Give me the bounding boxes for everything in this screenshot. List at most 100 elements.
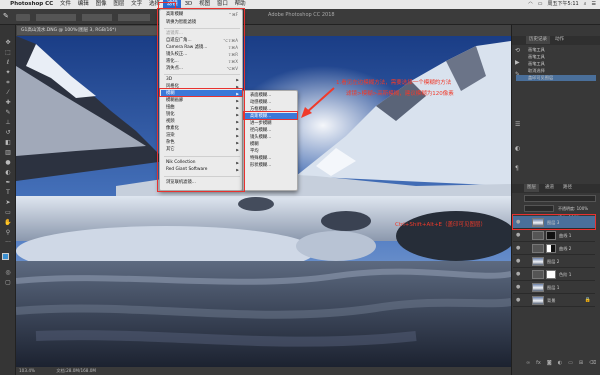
folder-icon[interactable]: ▭ xyxy=(568,360,573,368)
layer-row[interactable]: ● 曲线 1 xyxy=(513,229,595,242)
paragraph-icon[interactable]: ¶ xyxy=(515,165,519,172)
submenu-item-average[interactable]: 平均 xyxy=(250,149,259,155)
eye-icon[interactable]: ● xyxy=(516,232,522,238)
quick-select-tool-icon[interactable]: ✦ xyxy=(3,69,13,77)
adjustment-icon xyxy=(532,231,544,240)
tools-panel: ✥ ⬚ ℓ ✦ ⌗ ⁄ ✚ ✎ ⊥ ↺ ◧ ▥ ● ◐ ✒ T ➤ ▭ ✋ ⚲ … xyxy=(0,25,16,375)
hand-tool-icon[interactable]: ✋ xyxy=(3,219,13,227)
eyedropper-tool-icon[interactable]: ⁄ xyxy=(3,89,13,97)
lasso-tool-icon[interactable]: ℓ xyxy=(3,59,13,67)
history-item[interactable]: 画笔工具 xyxy=(516,61,596,67)
brush-tool-icon[interactable]: ✎ xyxy=(3,109,13,117)
eraser-tool-icon[interactable]: ◧ xyxy=(3,139,13,147)
wifi-icon[interactable]: ◠ xyxy=(528,0,532,9)
submenu-item-motion-blur[interactable]: 动感模糊... xyxy=(250,100,271,106)
layer-name: 曲线 2 xyxy=(559,246,572,251)
submenu-item-blur[interactable]: 模糊 xyxy=(250,142,259,148)
link-icon[interactable]: ∞ xyxy=(526,360,530,368)
tab-paths[interactable]: 路径 xyxy=(560,184,575,192)
eye-icon[interactable]: ● xyxy=(516,297,522,303)
move-tool-icon[interactable]: ✥ xyxy=(3,39,13,47)
layer-row[interactable]: ● 曲线 2 xyxy=(513,242,595,255)
type-tool-icon[interactable]: T xyxy=(3,189,13,197)
history-item-selected[interactable]: 盖印可见图层 xyxy=(516,75,596,81)
new-layer-icon[interactable]: ⊞ xyxy=(579,360,583,368)
document-tab[interactable]: G1高山流水.DNG @ 100%(图层 3, RGB/16*) xyxy=(17,26,157,35)
layer-row[interactable]: ● 色阶 1 xyxy=(513,268,595,281)
screen-mode-icon[interactable]: ▢ xyxy=(3,279,13,287)
history-item[interactable]: 取消选择 xyxy=(516,68,596,74)
layers-footer: ∞ fx ◙ ◐ ▭ ⊞ ⌫ xyxy=(512,360,600,368)
pen-tool-icon[interactable]: ✒ xyxy=(3,179,13,187)
highlight-filter-box xyxy=(157,8,245,192)
battery-icon[interactable]: ▭ xyxy=(538,0,543,9)
tab-actions[interactable]: 动作 xyxy=(552,36,567,44)
submenu-item-surface-blur[interactable]: 表面模糊... xyxy=(250,93,271,99)
layer-name: 图层 2 xyxy=(547,259,560,264)
blend-mode-select[interactable] xyxy=(524,205,554,212)
layer-row[interactable]: ● 图层 1 xyxy=(513,281,595,294)
adjustments-icon[interactable]: ◐ xyxy=(515,145,520,152)
zoom-tool-icon[interactable]: ⚲ xyxy=(3,229,13,237)
quick-mask-icon[interactable]: ◎ xyxy=(3,269,13,277)
properties-icon[interactable]: ☰ xyxy=(515,121,520,128)
search-icon[interactable]: ⌕ xyxy=(584,0,587,9)
brush-tool-icon[interactable]: ✎ xyxy=(3,12,9,20)
fx-icon[interactable]: fx xyxy=(536,360,541,368)
adjustment-layer-icon[interactable]: ◐ xyxy=(558,360,562,368)
menu-edit[interactable]: 编辑 xyxy=(74,0,92,9)
more-tools-icon[interactable]: ··· xyxy=(3,239,13,247)
tab-channels[interactable]: 通道 xyxy=(542,184,557,192)
opacity-field[interactable] xyxy=(82,14,112,21)
eye-icon[interactable]: ● xyxy=(516,258,522,264)
mode-select[interactable] xyxy=(36,14,76,21)
layer-thumbnail xyxy=(532,283,544,292)
foreground-color-swatch[interactable] xyxy=(2,253,9,260)
annotation-top-2: 滤镜>模糊>高斯模糊，建议模糊为120像素 xyxy=(346,91,454,97)
eye-icon[interactable]: ● xyxy=(516,284,522,290)
opacity-label[interactable]: 不透明度: 100% xyxy=(558,206,588,212)
layer-row[interactable]: ● 背景 🔒 xyxy=(513,294,595,307)
path-select-icon[interactable]: ➤ xyxy=(3,199,13,207)
submenu-item-radial-blur[interactable]: 径向模糊... xyxy=(250,128,271,134)
history-item[interactable]: 画笔工具 xyxy=(516,54,596,60)
layer-mask-thumbnail xyxy=(546,270,556,279)
shape-tool-icon[interactable]: ▭ xyxy=(3,209,13,217)
flow-field[interactable] xyxy=(118,14,150,21)
crop-tool-icon[interactable]: ⌗ xyxy=(3,79,13,87)
tab-layers[interactable]: 图层 xyxy=(524,184,539,192)
gradient-tool-icon[interactable]: ▥ xyxy=(3,149,13,157)
submenu-item-shape-blur[interactable]: 形状模糊... xyxy=(250,163,271,169)
menu-image[interactable]: 图像 xyxy=(92,0,110,9)
layer-name: 背景 xyxy=(547,298,556,303)
history-brush-icon[interactable]: ↺ xyxy=(3,129,13,137)
stamp-tool-icon[interactable]: ⊥ xyxy=(3,119,13,127)
status-bar: 103.4% 文档:28.0M/168.0M xyxy=(16,367,511,375)
layer-name: 图层 1 xyxy=(547,285,560,290)
menu-list-icon[interactable]: ☰ xyxy=(592,0,596,9)
annotation-top: 1.看见左边模糊方法，需要选择一个模糊的方法 xyxy=(336,80,452,86)
blur-tool-icon[interactable]: ● xyxy=(3,159,13,167)
submenu-item-smart-blur[interactable]: 特殊模糊... xyxy=(250,156,271,162)
mask-icon[interactable]: ◙ xyxy=(547,360,552,368)
trash-icon[interactable]: ⌫ xyxy=(589,360,596,368)
layer-thumbnail xyxy=(532,296,544,305)
app-menu[interactable]: Photoshop CC xyxy=(7,0,57,9)
history-item[interactable]: 画笔工具 xyxy=(516,47,596,53)
brush-preset-picker[interactable] xyxy=(16,14,30,21)
clock[interactable]: 周五下午5:11 xyxy=(547,0,578,9)
tab-history[interactable]: 历史记录 xyxy=(526,36,550,44)
submenu-item-blur-more[interactable]: 进一步模糊 xyxy=(250,121,271,127)
eye-icon[interactable]: ● xyxy=(516,245,522,251)
zoom-level[interactable]: 103.4% xyxy=(19,368,35,373)
healing-tool-icon[interactable]: ✚ xyxy=(3,99,13,107)
marquee-tool-icon[interactable]: ⬚ xyxy=(3,49,13,57)
submenu-item-lens-blur[interactable]: 镜头模糊... xyxy=(250,135,271,141)
layer-row[interactable]: ● 图层 2 xyxy=(513,255,595,268)
layer-filter-bar[interactable] xyxy=(524,195,596,202)
menu-type[interactable]: 文字 xyxy=(128,0,146,9)
menu-file[interactable]: 文件 xyxy=(57,0,75,9)
menu-layer[interactable]: 图层 xyxy=(110,0,128,9)
eye-icon[interactable]: ● xyxy=(516,271,522,277)
dodge-tool-icon[interactable]: ◐ xyxy=(3,169,13,177)
